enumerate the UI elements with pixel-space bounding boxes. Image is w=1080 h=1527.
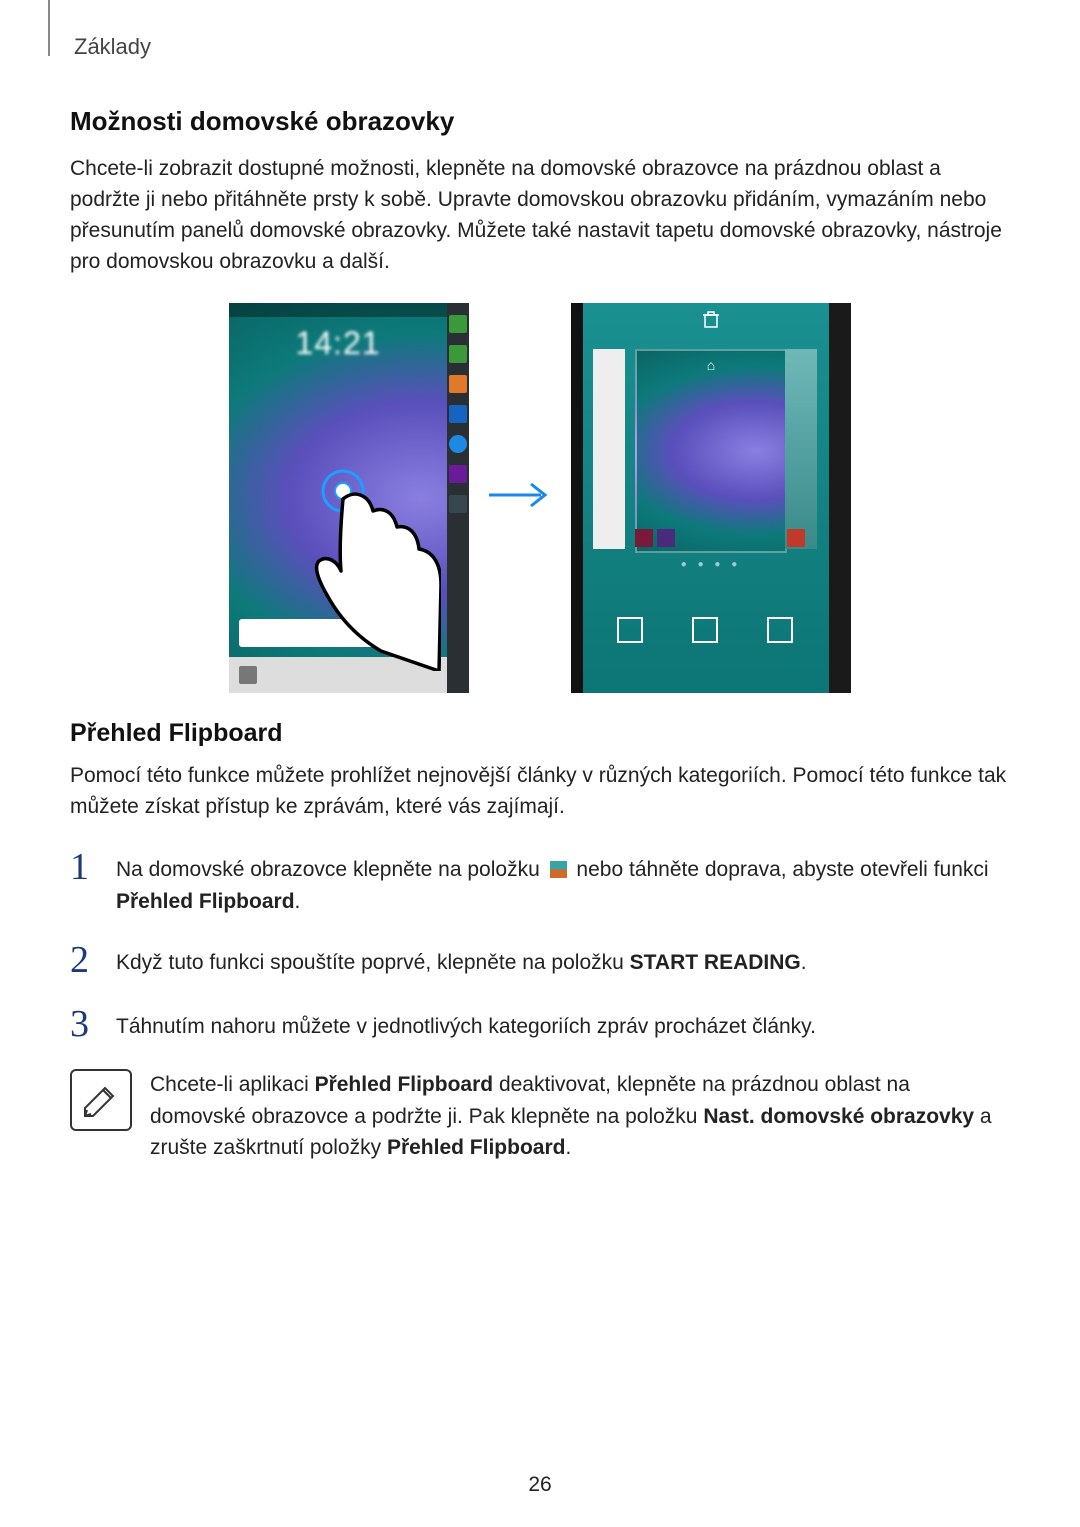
step-number: 2: [70, 941, 116, 981]
edge-star-icon: [449, 315, 467, 333]
step-text: nebo táhněte doprava, abyste otevřeli fu…: [571, 858, 989, 881]
figure-device-before: 14:21: [229, 303, 469, 693]
edge-phone-icon: [449, 345, 467, 363]
page-number: 26: [0, 1473, 1080, 1497]
settings-icon: [767, 617, 793, 643]
figure-search-bar: [239, 619, 439, 647]
home-icon: ⌂: [707, 357, 715, 373]
panel-main: [635, 349, 787, 553]
breadcrumb: Základy: [74, 34, 1010, 60]
step-bold: Přehled Flipboard: [116, 890, 295, 913]
note-icon: [70, 1069, 132, 1131]
step-1: 1 Na domovské obrazovce klepněte na polo…: [70, 848, 1010, 917]
step-text: .: [295, 890, 301, 913]
page-content: Základy Možnosti domovské obrazovky Chce…: [0, 0, 1080, 1164]
step-2: 2 Když tuto funkci spouštíte poprvé, kle…: [70, 941, 1010, 981]
note-text: Chcete-li aplikaci: [150, 1073, 315, 1096]
note-bold: Přehled Flipboard: [387, 1136, 566, 1159]
note-bold: Nast. domovské obrazovky: [703, 1105, 974, 1128]
panel-right: [785, 349, 817, 549]
edge-apps-icon: [449, 495, 467, 513]
flipboard-inline-icon: [550, 861, 567, 878]
note-block: Chcete-li aplikaci Přehled Flipboard dea…: [70, 1069, 1010, 1164]
figure-clock: 14:21: [229, 325, 447, 362]
step-text: Táhnutím nahoru můžete v jednotlivých ka…: [116, 1005, 1010, 1043]
figure-device-after: ⌂ ● ● ● ●: [571, 303, 851, 693]
heading-flipboard: Přehled Flipboard: [70, 719, 1010, 748]
step-text: Na domovské obrazovce klepněte na položk…: [116, 858, 546, 881]
edge-message-icon: [449, 405, 467, 423]
home-screen-options-paragraph: Chcete-li zobrazit dostupné možnosti, kl…: [70, 153, 1010, 277]
step-text: Když tuto funkci spouštíte poprvé, klepn…: [116, 951, 630, 974]
note-bold: Přehled Flipboard: [315, 1073, 494, 1096]
edge-contacts-icon: [449, 375, 467, 393]
page-side-rule: [48, 0, 50, 56]
arrow-right-icon: [487, 482, 553, 508]
step-text: .: [801, 951, 807, 974]
flipboard-intro: Pomocí této funkce můžete prohlížet nejn…: [70, 760, 1010, 822]
widgets-icon: [692, 617, 718, 643]
edge-camera-icon: [449, 465, 467, 483]
step-number: 3: [70, 1005, 116, 1045]
step-bold: START READING: [630, 951, 801, 974]
nav-phone-icon: [239, 666, 257, 684]
trash-icon: [702, 311, 720, 334]
heading-home-screen-options: Možnosti domovské obrazovky: [70, 106, 1010, 137]
figure-row: 14:21: [70, 303, 1010, 693]
edge-browser-icon: [449, 435, 467, 453]
steps-list: 1 Na domovské obrazovce klepněte na polo…: [70, 848, 1010, 1045]
panel-left: [593, 349, 625, 549]
step-number: 1: [70, 848, 116, 888]
wallpaper-icon: [617, 617, 643, 643]
note-text: .: [565, 1136, 571, 1159]
step-3: 3 Táhnutím nahoru můžete v jednotlivých …: [70, 1005, 1010, 1045]
